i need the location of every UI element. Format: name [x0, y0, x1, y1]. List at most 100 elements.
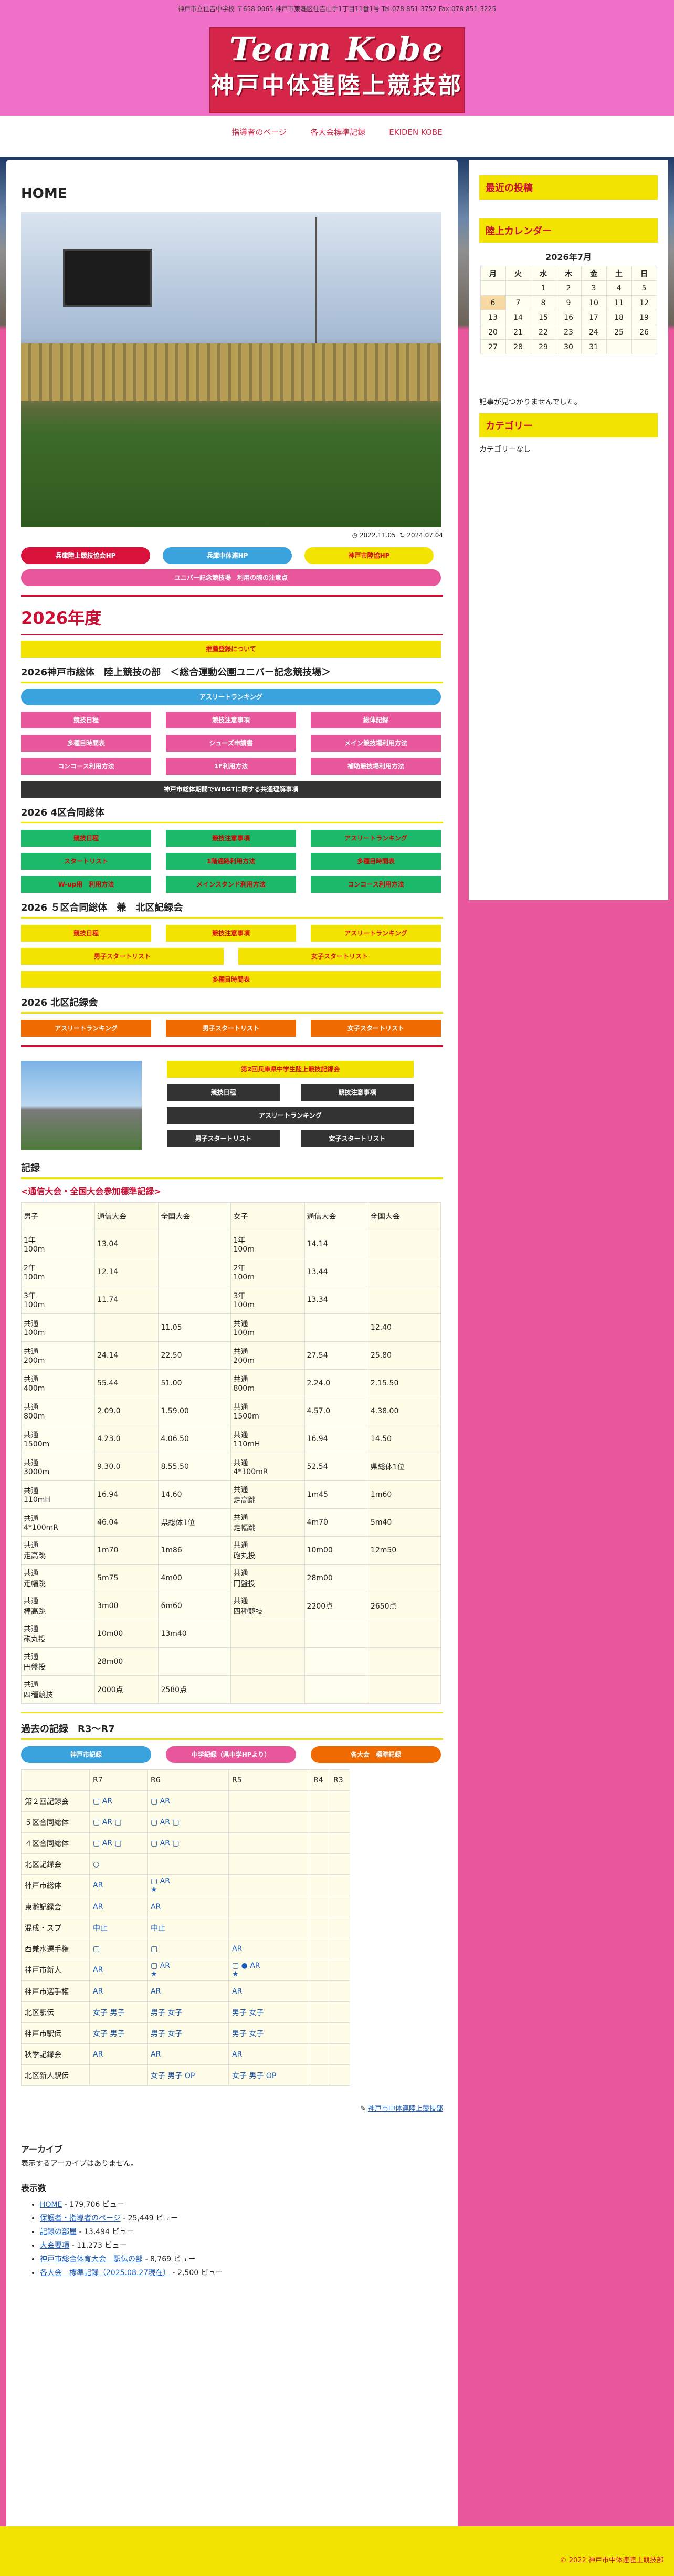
first-floor-button[interactable]: 1F利用方法: [166, 758, 296, 775]
calendar-day[interactable]: 21: [505, 325, 531, 340]
calendar-day[interactable]: 13: [480, 310, 506, 325]
shoes-button[interactable]: シューズ申請書: [166, 735, 296, 752]
calendar-day[interactable]: 3: [581, 280, 607, 296]
site-logo[interactable]: Team Kobe 神戸中体連陸上競技部: [209, 27, 465, 113]
main-stand-button[interactable]: メインスタンド利用方法: [166, 876, 296, 893]
record-links[interactable]: ▢ AR ▢: [147, 1832, 229, 1854]
record-links[interactable]: [310, 2001, 330, 2023]
calendar-day[interactable]: 10: [581, 295, 607, 310]
record-links[interactable]: [310, 2022, 330, 2044]
calendar-day[interactable]: 23: [555, 325, 582, 340]
record-links[interactable]: AR: [147, 2043, 229, 2065]
schedule-button[interactable]: 競技日程: [167, 1084, 280, 1101]
record-links[interactable]: 女子 男子: [89, 2022, 148, 2044]
record-links[interactable]: [228, 1874, 310, 1896]
calendar-day[interactable]: 7: [505, 295, 531, 310]
record-links[interactable]: [330, 1917, 350, 1938]
record-links[interactable]: ▢: [89, 1938, 148, 1959]
concourse-button[interactable]: コンコース利用方法: [311, 876, 441, 893]
record-links[interactable]: 女子 男子 OP: [228, 2064, 310, 2086]
calendar-day[interactable]: 12: [631, 295, 657, 310]
calendar-day[interactable]: 31: [581, 339, 607, 354]
record-links[interactable]: ▢ AR ▢: [89, 1811, 148, 1833]
aux-field-button[interactable]: 補助競技場利用方法: [311, 758, 441, 775]
calendar-day[interactable]: 22: [530, 325, 556, 340]
calendar-day[interactable]: 26: [631, 325, 657, 340]
nav-item-ekiden[interactable]: EKIDEN KOBE: [389, 116, 442, 149]
record-links[interactable]: ▢ AR: [147, 1790, 229, 1812]
view-link[interactable]: 記録の部屋: [40, 2228, 77, 2236]
author-link[interactable]: 神戸市中体連陸上競技部: [368, 2105, 443, 2113]
record-links[interactable]: [330, 1874, 350, 1896]
record-links[interactable]: [228, 1853, 310, 1875]
schedule-button[interactable]: 競技日程: [21, 830, 151, 847]
view-link[interactable]: 各大会 標準記録（2025.08.27現在）: [40, 2269, 170, 2277]
notes-button[interactable]: 競技注意事項: [166, 712, 296, 728]
record-links[interactable]: [228, 1790, 310, 1812]
concourse-button[interactable]: コンコース利用方法: [21, 758, 151, 775]
calendar-day[interactable]: [631, 339, 657, 354]
record-links[interactable]: [228, 1917, 310, 1938]
record-links[interactable]: 男子 女子: [147, 2001, 229, 2023]
schedule-button[interactable]: 競技日程: [21, 925, 151, 942]
multi-event-button[interactable]: 多種目時間表: [311, 853, 441, 870]
record-links[interactable]: 中止: [147, 1917, 229, 1938]
record-links[interactable]: AR: [228, 1938, 310, 1959]
record-links[interactable]: [330, 2064, 350, 2086]
standards-button[interactable]: 各大会 標準記録: [311, 1746, 441, 1763]
schedule-button[interactable]: 競技日程: [21, 712, 151, 728]
calendar-day[interactable]: 20: [480, 325, 506, 340]
startlist-button[interactable]: スタートリスト: [21, 853, 151, 870]
calendar-day[interactable]: 17: [581, 310, 607, 325]
calendar-day[interactable]: 15: [530, 310, 556, 325]
calendar-day[interactable]: 5: [631, 280, 657, 296]
record-links[interactable]: ▢ AR ▢: [147, 1811, 229, 1833]
calendar-day[interactable]: 4: [606, 280, 632, 296]
record-links[interactable]: [310, 1959, 330, 1981]
girls-startlist-button[interactable]: 女子スタートリスト: [311, 1020, 441, 1037]
record-links[interactable]: [310, 1790, 330, 1812]
record-links[interactable]: AR: [89, 1980, 148, 2002]
calendar-day[interactable]: 9: [555, 295, 582, 310]
record-links[interactable]: [310, 2043, 330, 2065]
record-links[interactable]: ▢ AR ▢: [89, 1832, 148, 1854]
record-links[interactable]: [330, 1790, 350, 1812]
record-links[interactable]: [310, 1874, 330, 1896]
nav-item-coaches[interactable]: 指導者のページ: [231, 116, 287, 149]
record-links[interactable]: [330, 1896, 350, 1917]
ranking-button[interactable]: アスリートランキング: [167, 1107, 414, 1124]
warmup-button[interactable]: W-up用 利用方法: [21, 876, 151, 893]
kobe-records-button[interactable]: 神戸市記録: [21, 1746, 151, 1763]
record-links[interactable]: 中止: [89, 1917, 148, 1938]
calendar-day[interactable]: 2: [555, 280, 582, 296]
record-links[interactable]: [330, 1959, 350, 1981]
record-links[interactable]: AR: [147, 1980, 229, 2002]
calendar-day[interactable]: 1: [530, 280, 556, 296]
record-links[interactable]: AR: [228, 2043, 310, 2065]
record-links[interactable]: [330, 1832, 350, 1854]
multi-event-button[interactable]: 多種目時間表: [21, 735, 151, 752]
record-links[interactable]: AR: [147, 1896, 229, 1917]
calendar-day[interactable]: 29: [530, 339, 556, 354]
passage-button[interactable]: 1階通路利用方法: [166, 853, 296, 870]
record-links[interactable]: [330, 1938, 350, 1959]
hyogo-chutairen-link[interactable]: 兵庫中体連HP: [163, 547, 292, 564]
record-links[interactable]: [310, 1896, 330, 1917]
calendar-day[interactable]: 19: [631, 310, 657, 325]
record-links[interactable]: 男子 女子: [228, 2001, 310, 2023]
calendar-day[interactable]: 28: [505, 339, 531, 354]
record-links[interactable]: [89, 2064, 148, 2086]
nav-item-standards[interactable]: 各大会標準記録: [310, 116, 365, 149]
calendar-day[interactable]: 24: [581, 325, 607, 340]
record-links[interactable]: [310, 1811, 330, 1833]
view-link[interactable]: 保護者・指導者のページ: [40, 2214, 121, 2223]
hyogo-athletics-link[interactable]: 兵庫陸上競技協会HP: [21, 547, 150, 564]
ranking-button[interactable]: アスリートランキング: [311, 925, 441, 942]
view-link[interactable]: HOME: [40, 2200, 62, 2209]
boys-startlist-button[interactable]: 男子スタートリスト: [166, 1020, 296, 1037]
record-links[interactable]: ▢: [147, 1938, 229, 1959]
calendar-day[interactable]: 6: [480, 295, 506, 310]
record-links[interactable]: [228, 1896, 310, 1917]
multi-event-button[interactable]: 多種目時間表: [21, 971, 441, 988]
record-links[interactable]: ○: [89, 1853, 148, 1875]
